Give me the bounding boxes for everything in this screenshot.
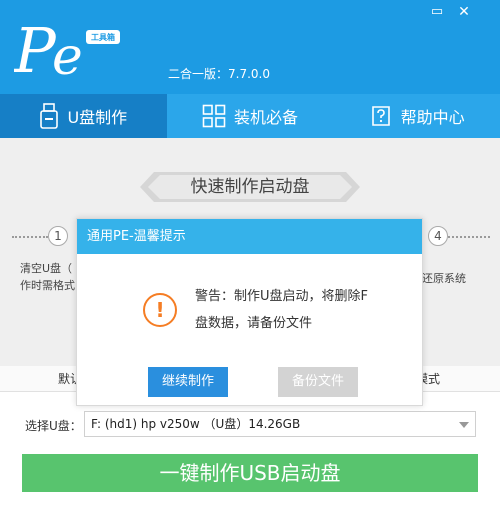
- svg-text:e: e: [52, 27, 83, 82]
- step-4-circle: 4: [428, 226, 448, 246]
- usb-drive-select[interactable]: F: (hd1) hp v250w （U盘）14.26GB: [84, 411, 476, 437]
- warning-icon: !: [143, 293, 177, 327]
- tab-label: 装机必备: [234, 108, 299, 127]
- tab-label: 帮助中心: [400, 108, 465, 127]
- step-line-right: [448, 236, 490, 238]
- continue-button[interactable]: 继续制作: [148, 367, 228, 397]
- step-1-circle: 1: [48, 226, 68, 246]
- tab-help-center[interactable]: 帮助中心: [333, 94, 500, 138]
- usb-drive-icon: [40, 103, 59, 129]
- banner-title: 快速制作启动盘: [190, 177, 310, 197]
- usb-drive-value: F: (hd1) hp v250w （U盘）14.26GB: [91, 417, 301, 431]
- warning-message: 警告：制作U盘启动，将删除F 盘数据，请备份文件: [195, 289, 368, 331]
- tab-usb-make[interactable]: U盘制作: [0, 94, 167, 138]
- warning-dialog: 通用PE-温馨提示 ! 警告：制作U盘启动，将删除F 盘数据，请备份文件 继续制…: [76, 218, 423, 406]
- svg-text:P: P: [14, 16, 57, 82]
- grid-apps-icon: [202, 104, 226, 128]
- one-click-make-button[interactable]: 一键制作USB启动盘: [22, 454, 478, 492]
- step-1-desc: 清空U盘（ 作时需格式: [20, 262, 75, 292]
- step-line-left: [12, 236, 48, 238]
- step-4-desc: 还原系统: [422, 272, 466, 285]
- help-book-icon: [371, 106, 390, 126]
- version-label: 二合一版：7.7.0.0: [168, 67, 270, 81]
- backup-button[interactable]: 备份文件: [278, 367, 358, 397]
- tab-install-essentials[interactable]: 装机必备: [167, 94, 334, 138]
- minimize-icon[interactable]: ▭: [428, 4, 446, 20]
- close-icon[interactable]: ✕: [455, 4, 473, 20]
- main-tabs: U盘制作 装机必备 帮助中心: [0, 94, 500, 138]
- usb-select-label: 选择U盘：: [25, 419, 82, 433]
- tab-label: U盘制作: [67, 108, 128, 127]
- app-header: P e 工具箱 二合一版：7.7.0.0 ▭ ✕: [0, 0, 500, 94]
- chevron-down-icon: [459, 422, 469, 428]
- logo-badge: 工具箱: [91, 33, 115, 42]
- pe-logo-icon: P e: [14, 16, 120, 82]
- dialog-title: 通用PE-温馨提示: [77, 219, 422, 254]
